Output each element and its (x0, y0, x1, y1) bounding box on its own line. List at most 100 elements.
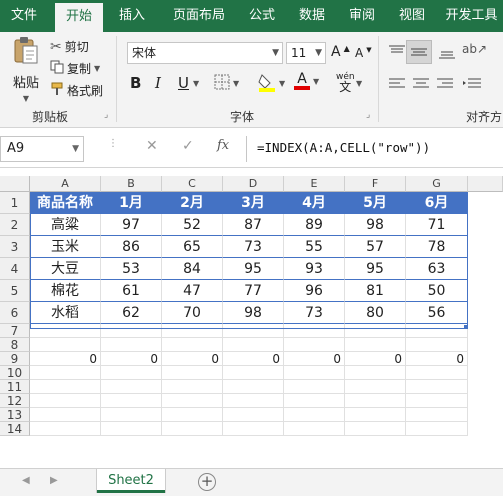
table-resize-handle[interactable] (464, 325, 468, 329)
column-header-g[interactable]: G (406, 176, 468, 192)
prev-sheet-icon[interactable]: ◀ (22, 475, 30, 486)
table-cell[interactable]: 97 (101, 214, 162, 236)
empty-cell[interactable] (345, 422, 406, 436)
empty-cell[interactable] (284, 422, 345, 436)
font-color-button[interactable]: A ▼ (294, 72, 319, 90)
empty-cell[interactable] (223, 422, 284, 436)
next-sheet-icon[interactable]: ▶ (50, 475, 58, 486)
column-header-c[interactable]: C (162, 176, 223, 192)
column-header-f[interactable]: F (345, 176, 406, 192)
borders-button[interactable]: ▼ (214, 74, 239, 93)
table-cell[interactable]: 96 (284, 280, 345, 302)
empty-cell[interactable] (30, 422, 101, 436)
empty-cell[interactable] (345, 394, 406, 408)
phonetic-button[interactable]: wén 文 (336, 72, 355, 93)
row-header-7[interactable]: 7 (0, 324, 30, 338)
empty-cell[interactable] (406, 324, 468, 338)
table-header-cell[interactable]: 商品名称 (30, 192, 101, 214)
empty-cell[interactable] (406, 394, 468, 408)
format-painter-button[interactable]: 格式刷 (50, 82, 103, 99)
formula-result-cell[interactable]: 0 (406, 352, 468, 366)
column-header-b[interactable]: B (101, 176, 162, 192)
table-cell[interactable]: 大豆 (30, 258, 101, 280)
select-all-corner[interactable] (0, 176, 30, 192)
table-header-cell[interactable]: 2月 (162, 192, 223, 214)
clipboard-dialog-launcher-icon[interactable]: ⌟ (104, 110, 108, 120)
empty-cell[interactable] (284, 380, 345, 394)
underline-button[interactable]: U (178, 74, 189, 92)
table-cell[interactable]: 47 (162, 280, 223, 302)
table-cell[interactable]: 高粱 (30, 214, 101, 236)
table-cell[interactable]: 53 (101, 258, 162, 280)
empty-cell[interactable] (101, 366, 162, 380)
empty-cell[interactable] (30, 394, 101, 408)
formula-result-cell[interactable]: 0 (284, 352, 345, 366)
empty-cell[interactable] (162, 338, 223, 352)
table-cell[interactable]: 98 (223, 302, 284, 324)
add-sheet-icon[interactable]: + (198, 473, 216, 491)
align-left-button[interactable] (388, 76, 406, 95)
table-cell[interactable]: 71 (406, 214, 468, 236)
empty-cell[interactable] (406, 338, 468, 352)
row-header-3[interactable]: 3 (0, 236, 30, 258)
grow-font-button[interactable]: A ▲ (331, 44, 350, 61)
tab-data[interactable]: 数据 (288, 0, 336, 32)
empty-cell[interactable] (284, 338, 345, 352)
cut-button[interactable]: ✂ 剪切 (50, 38, 89, 55)
empty-cell[interactable] (345, 366, 406, 380)
empty-cell[interactable] (406, 366, 468, 380)
align-right-button[interactable] (436, 76, 454, 95)
table-cell[interactable]: 52 (162, 214, 223, 236)
table-cell[interactable]: 89 (284, 214, 345, 236)
table-header-cell[interactable]: 5月 (345, 192, 406, 214)
table-cell[interactable]: 63 (406, 258, 468, 280)
align-bottom-button[interactable] (438, 44, 456, 63)
insert-function-button[interactable]: fx (217, 138, 229, 153)
empty-cell[interactable] (101, 338, 162, 352)
bold-button[interactable]: B (130, 74, 141, 92)
empty-cell[interactable] (406, 422, 468, 436)
empty-cell[interactable] (223, 338, 284, 352)
row-header-6[interactable]: 6 (0, 302, 30, 324)
table-header-cell[interactable]: 3月 (223, 192, 284, 214)
row-header-2[interactable]: 2 (0, 214, 30, 236)
tab-page-layout[interactable]: 页面布局 (163, 0, 235, 32)
table-cell[interactable]: 62 (101, 302, 162, 324)
tab-developer[interactable]: 开发工具 (440, 0, 503, 32)
table-cell[interactable]: 78 (406, 236, 468, 258)
font-dialog-launcher-icon[interactable]: ⌟ (366, 110, 370, 120)
tab-formulas[interactable]: 公式 (238, 0, 286, 32)
empty-cell[interactable] (223, 394, 284, 408)
empty-cell[interactable] (345, 408, 406, 422)
formula-result-cell[interactable]: 0 (223, 352, 284, 366)
column-header-d[interactable]: D (223, 176, 284, 192)
name-box[interactable]: A9 ▼ (0, 136, 84, 162)
tab-home[interactable]: 开始 (55, 3, 103, 32)
table-cell[interactable]: 81 (345, 280, 406, 302)
tab-review[interactable]: 审阅 (338, 0, 386, 32)
empty-cell[interactable] (223, 408, 284, 422)
empty-cell[interactable] (30, 324, 101, 338)
font-name-combo[interactable]: 宋体 ▼ (127, 42, 283, 64)
empty-cell[interactable] (284, 366, 345, 380)
table-cell[interactable]: 80 (345, 302, 406, 324)
row-header-5[interactable]: 5 (0, 280, 30, 302)
indent-button[interactable] (462, 76, 482, 95)
empty-cell[interactable] (406, 380, 468, 394)
formula-result-cell[interactable]: 0 (162, 352, 223, 366)
empty-cell[interactable] (101, 408, 162, 422)
paste-button[interactable]: 粘贴 ▼ (8, 36, 44, 103)
font-size-combo[interactable]: 11 ▼ (286, 42, 326, 64)
empty-cell[interactable] (284, 394, 345, 408)
table-cell[interactable]: 65 (162, 236, 223, 258)
empty-cell[interactable] (30, 408, 101, 422)
table-cell[interactable]: 73 (223, 236, 284, 258)
align-middle-button[interactable] (406, 40, 432, 64)
empty-cell[interactable] (30, 366, 101, 380)
table-cell[interactable]: 70 (162, 302, 223, 324)
empty-cell[interactable] (30, 338, 101, 352)
enter-icon[interactable]: ✓ (182, 138, 194, 154)
empty-cell[interactable] (406, 408, 468, 422)
table-cell[interactable]: 50 (406, 280, 468, 302)
table-cell[interactable]: 55 (284, 236, 345, 258)
